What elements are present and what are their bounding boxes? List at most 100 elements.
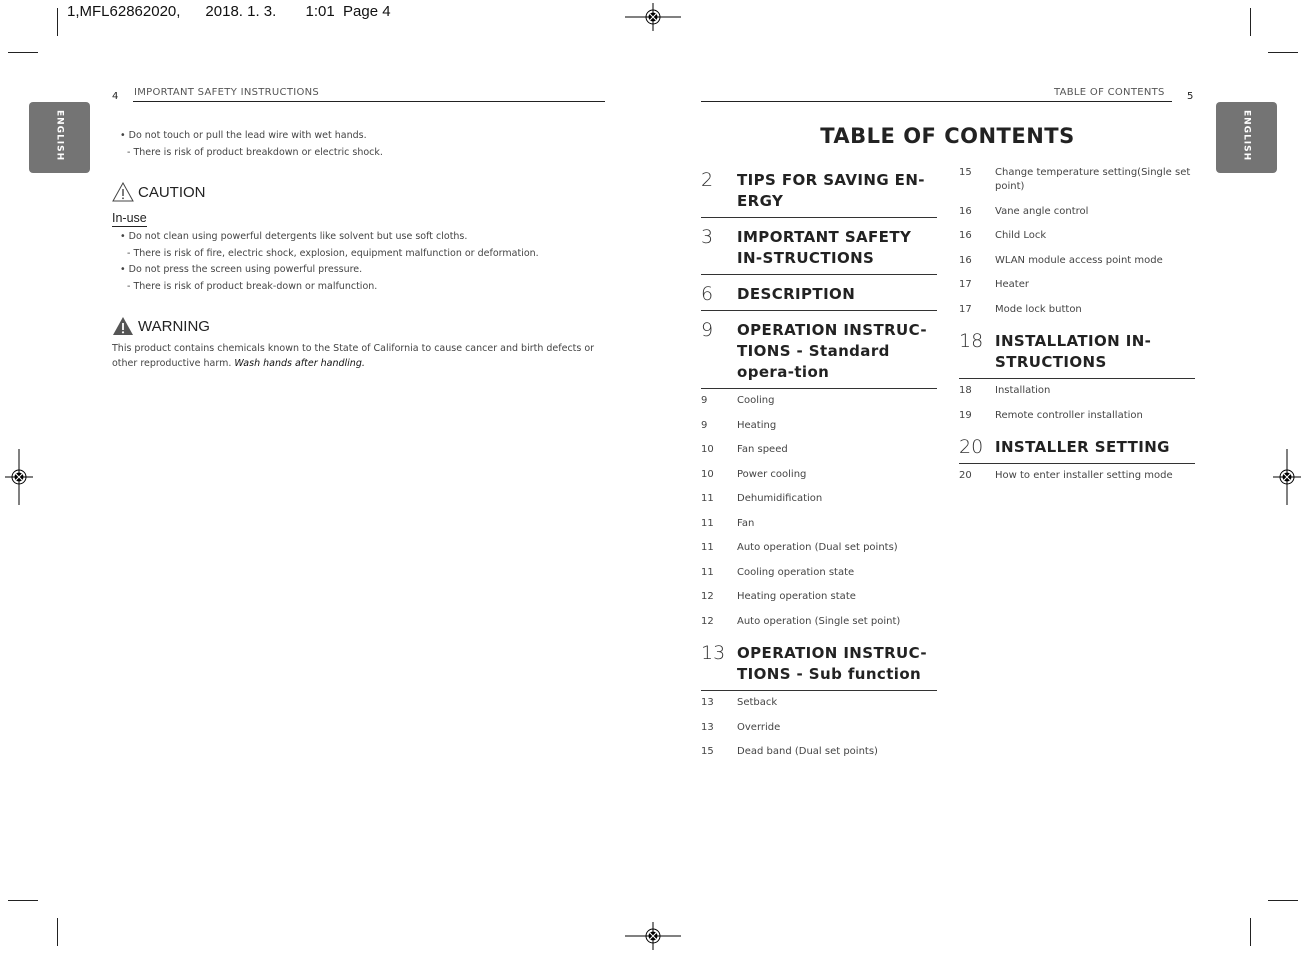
- toc-entry[interactable]: 13 Setback: [701, 691, 937, 716]
- warning-text: This product contains chemicals known to…: [112, 341, 602, 371]
- toc-title: INSTALLATION IN-STRUCTIONS: [995, 332, 1152, 371]
- toc-section-heading[interactable]: 2 TIPS FOR SAVING EN-ERGY: [701, 166, 937, 218]
- toc-page-number: 20: [959, 470, 972, 482]
- toc-page-number: 16: [959, 205, 972, 217]
- toc-page-number: 15: [959, 167, 972, 179]
- toc-page-number: 17: [959, 303, 972, 315]
- toc-title: INSTALLER SETTING: [995, 438, 1170, 456]
- toc-title: Cooling: [737, 395, 775, 407]
- toc-page-number: 2: [701, 169, 714, 191]
- header-rule: [133, 101, 605, 102]
- toc-entry[interactable]: 11 Fan: [701, 512, 937, 537]
- crop-mark: [1250, 8, 1251, 36]
- toc-title: OPERATION INSTRUC-TIONS - Standard opera…: [737, 321, 928, 381]
- toc-section-heading[interactable]: 18 INSTALLATION IN-STRUCTIONS: [959, 327, 1195, 379]
- toc-title: Fan speed: [737, 444, 788, 456]
- toc-entry[interactable]: 18 Installation: [959, 379, 1195, 404]
- toc-entry[interactable]: 12 Auto operation (Single set point): [701, 610, 937, 635]
- toc-entry[interactable]: 15 Dead band (Dual set points): [701, 740, 937, 765]
- toc-title: Auto operation (Single set point): [737, 615, 901, 627]
- toc-page-number: 10: [701, 468, 714, 480]
- toc-section-heading[interactable]: 3 IMPORTANT SAFETY IN-STRUCTIONS: [701, 223, 937, 275]
- caution-heading: CAUTION: [112, 182, 206, 202]
- toc-title: OPERATION INSTRUC-TIONS - Sub function: [737, 644, 928, 683]
- toc-entry[interactable]: 11 Cooling operation state: [701, 561, 937, 586]
- crop-mark: [57, 918, 58, 946]
- toc-title: Installation: [995, 385, 1051, 397]
- toc-page-number: 13: [701, 642, 726, 664]
- toc-entry[interactable]: 17 Mode lock button: [959, 298, 1195, 323]
- toc-section-heading[interactable]: 6 DESCRIPTION: [701, 280, 937, 311]
- toc-title: Cooling operation state: [737, 566, 855, 578]
- language-tab: ENGLISH: [1216, 102, 1277, 173]
- toc-entry[interactable]: 16 Child Lock: [959, 224, 1195, 249]
- warning-title: WARNING: [138, 317, 210, 335]
- toc-entry[interactable]: 9 Heating: [701, 414, 937, 439]
- toc-page-number: 9: [701, 319, 714, 341]
- registration-mark-icon: [1273, 449, 1301, 505]
- registration-mark-icon: [625, 922, 681, 950]
- page-number: 4: [112, 91, 119, 102]
- caution-title: CAUTION: [138, 183, 206, 201]
- toc-title: Dehumidification: [737, 493, 823, 505]
- toc-entry[interactable]: 10 Fan speed: [701, 438, 937, 463]
- registration-mark-icon: [625, 3, 681, 31]
- toc-entry[interactable]: 11 Auto operation (Dual set points): [701, 536, 937, 561]
- toc-page-number: 6: [701, 283, 714, 305]
- toc-title: Heating operation state: [737, 591, 856, 603]
- toc-page-number: 16: [959, 254, 972, 266]
- toc-entry[interactable]: 16 Vane angle control: [959, 200, 1195, 225]
- toc-title: Auto operation (Dual set points): [737, 542, 898, 554]
- toc-column: 2 TIPS FOR SAVING EN-ERGY 3 IMPORTANT SAFET…: [701, 166, 937, 765]
- page-number: 5: [1187, 91, 1194, 102]
- toc-entry[interactable]: 17 Heater: [959, 273, 1195, 298]
- crop-mark: [1250, 918, 1251, 946]
- sub-text: - There is risk of product break-down or…: [127, 281, 378, 292]
- tab-label: ENGLISH: [54, 110, 65, 162]
- toc-entry[interactable]: 20 How to enter installer setting mode: [959, 464, 1195, 489]
- toc-title: Vane angle control: [995, 205, 1089, 217]
- toc-title: IMPORTANT SAFETY IN-STRUCTIONS: [737, 228, 912, 267]
- toc-page-number: 20: [959, 436, 984, 458]
- crop-mark: [8, 52, 38, 53]
- running-head: TABLE OF CONTENTS: [1054, 87, 1165, 98]
- toc-page-number: 11: [701, 517, 714, 529]
- toc-title: Heating: [737, 419, 777, 431]
- language-tab: ENGLISH: [29, 102, 90, 173]
- toc-page-number: 18: [959, 385, 972, 397]
- toc-page-number: 10: [701, 444, 714, 456]
- toc-entry[interactable]: 11 Dehumidification: [701, 487, 937, 512]
- toc-entry[interactable]: 12 Heating operation state: [701, 585, 937, 610]
- toc-page-number: 11: [701, 542, 714, 554]
- toc-page-number: 17: [959, 279, 972, 291]
- toc-title: TIPS FOR SAVING EN-ERGY: [737, 171, 925, 210]
- toc-page-number: 9: [701, 419, 708, 431]
- toc-page-number: 15: [701, 746, 714, 758]
- toc-title: Power cooling: [737, 468, 807, 480]
- toc-page-number: 13: [701, 721, 714, 733]
- toc-page-number: 3: [701, 226, 714, 248]
- toc-page-number: 11: [701, 566, 714, 578]
- toc-section-heading[interactable]: 13 OPERATION INSTRUC-TIONS - Sub function: [701, 639, 937, 691]
- toc-entry[interactable]: 10 Power cooling: [701, 463, 937, 488]
- crop-mark: [8, 900, 38, 901]
- sub-text: - There is risk of product breakdown or …: [127, 147, 383, 158]
- bullet-text: • Do not clean using powerful detergents…: [120, 231, 468, 242]
- toc-entry[interactable]: 19 Remote controller installation: [959, 404, 1195, 429]
- print-slug: 1,MFL62862020, 2018. 1. 3. 1:01 Page 4: [67, 3, 391, 20]
- toc-entry[interactable]: 16 WLAN module access point mode: [959, 249, 1195, 274]
- header-rule: [701, 101, 1172, 102]
- toc-title: Setback: [737, 697, 778, 709]
- toc-entry[interactable]: 15 Change temperature setting(Single set …: [959, 161, 1195, 200]
- toc-page-number: 12: [701, 591, 714, 603]
- toc-section-heading[interactable]: 9 OPERATION INSTRUC-TIONS - Standard oper…: [701, 316, 937, 389]
- toc-title: Remote controller installation: [995, 409, 1143, 421]
- toc-entry[interactable]: 13 Override: [701, 716, 937, 741]
- toc-title: Child Lock: [995, 230, 1047, 242]
- registration-mark-icon: [5, 449, 33, 505]
- crop-mark: [57, 8, 58, 36]
- toc-section-heading[interactable]: 20 INSTALLER SETTING: [959, 433, 1195, 464]
- sub-text: - There is risk of fire, electric shock,…: [127, 248, 539, 259]
- in-use-subhead: In-use: [112, 211, 147, 227]
- toc-entry[interactable]: 9 Cooling: [701, 389, 937, 414]
